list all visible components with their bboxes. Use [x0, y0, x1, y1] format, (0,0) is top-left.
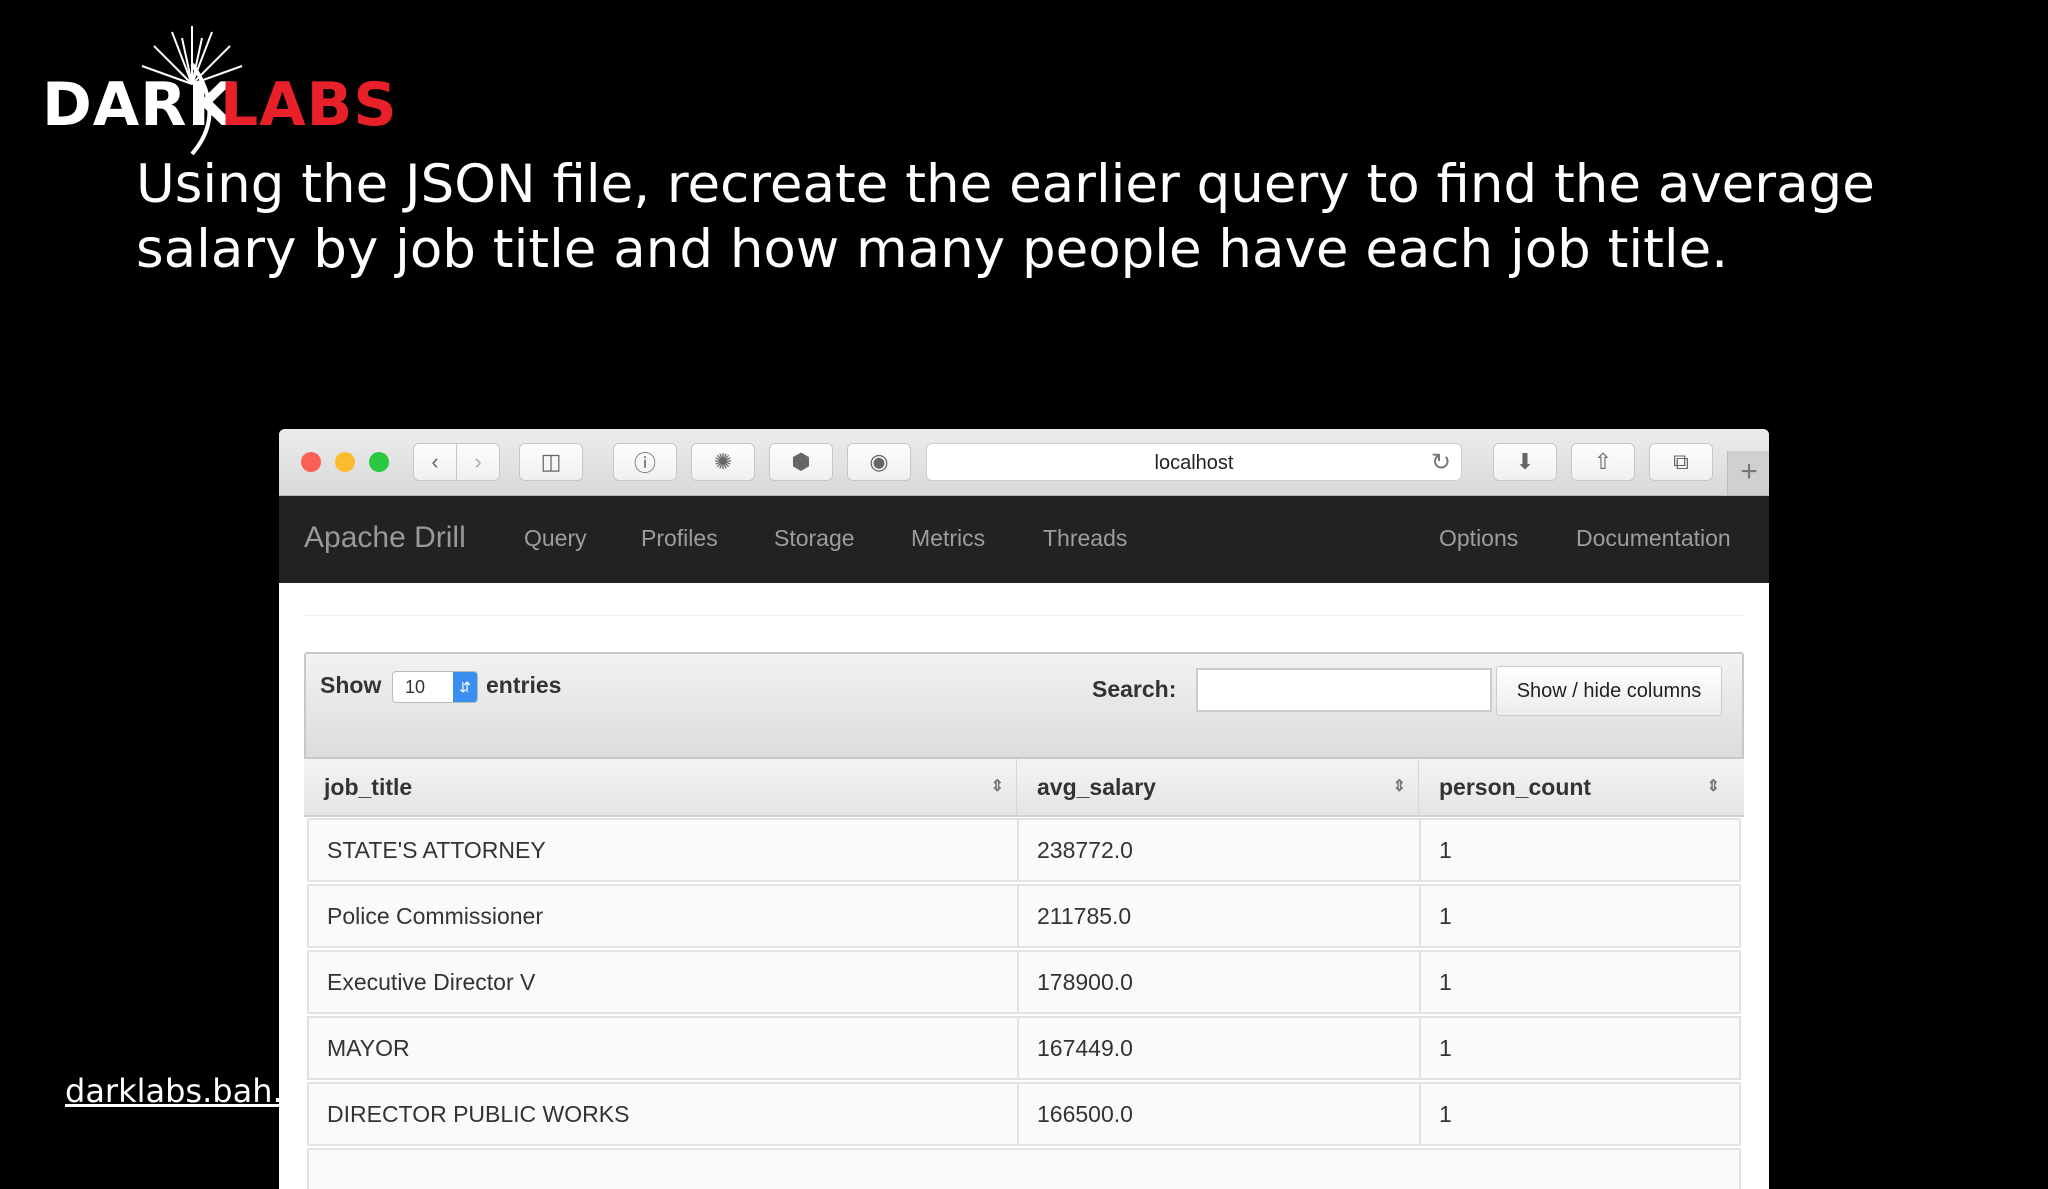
address-bar[interactable]: localhost ↻	[926, 443, 1462, 481]
cell-person-count: 1	[1419, 820, 1739, 882]
table-row[interactable]: Executive Director V 178900.0 1	[307, 950, 1741, 1014]
browser-toolbar: ‹ › ◫ ⓘ ✺ ⬢ ◉ localhost ↻ ⬇ ⇧ ⧉ +	[279, 429, 1769, 496]
cell-avg-salary: 167449.0	[1017, 1018, 1419, 1080]
column-header-label: avg_salary	[1037, 774, 1156, 800]
page-length-select[interactable]: 10 ⇵	[392, 671, 478, 703]
new-tab-icon: +	[1740, 455, 1758, 488]
nav-query[interactable]: Query	[524, 525, 587, 552]
cell-person-count: 1	[1419, 886, 1739, 948]
logo-labs-text: LABS	[220, 70, 398, 140]
table-row[interactable]: STATE'S ATTORNEY 238772.0 1	[307, 818, 1741, 882]
logo-dark-text: DARK	[42, 70, 235, 140]
close-window-button[interactable]	[301, 452, 321, 472]
info-button[interactable]: ⓘ	[613, 443, 677, 481]
sort-icon: ⇕	[990, 778, 1004, 795]
cell-job-title: DIRECTOR PUBLIC WORKS	[327, 1101, 630, 1127]
nav-metrics[interactable]: Metrics	[911, 525, 985, 552]
cell-job-title: Executive Director V	[327, 969, 536, 995]
tabs-icon: ⧉	[1673, 449, 1689, 474]
shield-icon: ⬢	[791, 449, 811, 474]
record-button[interactable]: ◉	[847, 443, 911, 481]
column-header-label: person_count	[1439, 774, 1592, 800]
app-navbar: Apache Drill Query Profiles Storage Metr…	[279, 496, 1769, 583]
tabs-button[interactable]: ⧉	[1649, 443, 1713, 481]
entries-label: entries	[486, 672, 562, 698]
cell-job-title: MAYOR	[327, 1035, 410, 1061]
table-row[interactable]: MAYOR 167449.0 1	[307, 1016, 1741, 1080]
forward-icon: ›	[474, 449, 482, 474]
table-row[interactable]: Police Commissioner 211785.0 1	[307, 884, 1741, 948]
extension-button[interactable]: ✺	[691, 443, 755, 481]
column-header-person-count[interactable]: person_count ⇕	[1418, 759, 1732, 815]
url-text: localhost	[1154, 452, 1234, 474]
nav-profiles[interactable]: Profiles	[641, 525, 718, 552]
headline-line-2: salary by job title and how many people …	[136, 219, 1729, 280]
table-header: job_title ⇕ avg_salary ⇕ person_count ⇕	[304, 759, 1744, 817]
search-input[interactable]	[1196, 668, 1492, 712]
browser-window: ‹ › ◫ ⓘ ✺ ⬢ ◉ localhost ↻ ⬇ ⇧ ⧉ + Apache…	[279, 429, 1769, 1189]
forward-button[interactable]: ›	[456, 443, 500, 481]
content-divider	[304, 615, 1744, 616]
download-button[interactable]: ⬇	[1493, 443, 1557, 481]
column-header-avg-salary[interactable]: avg_salary ⇕	[1016, 759, 1418, 815]
column-header-label: job_title	[324, 774, 413, 800]
back-button[interactable]: ‹	[413, 443, 457, 481]
select-arrows-icon: ⇵	[453, 672, 477, 702]
brand-link[interactable]: Apache Drill	[304, 521, 466, 555]
nav-documentation[interactable]: Documentation	[1576, 525, 1731, 552]
table-row[interactable]: DIRECTOR PUBLIC WORKS 166500.0 1	[307, 1082, 1741, 1146]
cell-person-count: 1	[1419, 1084, 1739, 1146]
share-button[interactable]: ⇧	[1571, 443, 1635, 481]
slide-headline: Using the JSON file, recreate the earlie…	[136, 152, 1936, 282]
table-controls: Show 10 ⇵ entries Search: Show / hide co…	[304, 652, 1744, 759]
download-icon: ⬇	[1515, 449, 1535, 474]
minimize-window-button[interactable]	[335, 452, 355, 472]
cell-avg-salary: 178900.0	[1017, 952, 1419, 1014]
sort-icon: ⇕	[1706, 778, 1720, 795]
sidebar-button[interactable]: ◫	[519, 443, 583, 481]
extension-icon: ✺	[713, 449, 733, 474]
column-header-job-title[interactable]: job_title ⇕	[304, 759, 1016, 815]
zoom-window-button[interactable]	[369, 452, 389, 472]
page-length-value: 10	[405, 677, 426, 697]
info-icon: ⓘ	[633, 451, 656, 476]
darklabs-logo: DARK LABS	[42, 24, 397, 164]
show-label: Show	[320, 672, 382, 698]
cell-job-title: STATE'S ATTORNEY	[327, 837, 546, 863]
back-icon: ‹	[431, 449, 439, 474]
cell-avg-salary: 238772.0	[1017, 820, 1419, 882]
new-tab-button[interactable]: +	[1727, 451, 1769, 495]
cell-avg-salary: 211785.0	[1017, 886, 1419, 948]
show-hide-columns-button[interactable]: Show / hide columns	[1496, 666, 1722, 716]
cell-person-count: 1	[1419, 952, 1739, 1014]
headline-line-1: Using the JSON file, recreate the earlie…	[136, 154, 1875, 215]
share-icon: ⇧	[1593, 449, 1613, 474]
nav-threads[interactable]: Threads	[1043, 525, 1127, 552]
search-label: Search:	[1092, 676, 1177, 702]
footer-link[interactable]: darklabs.bah.c	[65, 1072, 300, 1110]
shield-button[interactable]: ⬢	[769, 443, 833, 481]
nav-storage[interactable]: Storage	[774, 525, 855, 552]
sort-icon: ⇕	[1392, 778, 1406, 795]
cell-avg-salary: 166500.0	[1017, 1084, 1419, 1146]
sidebar-icon: ◫	[540, 449, 562, 474]
nav-options[interactable]: Options	[1439, 525, 1518, 552]
cell-job-title: Police Commissioner	[327, 903, 544, 929]
reload-icon[interactable]: ↻	[1431, 448, 1451, 477]
record-icon: ◉	[869, 449, 889, 474]
cell-person-count: 1	[1419, 1018, 1739, 1080]
table-row[interactable]	[307, 1148, 1741, 1189]
